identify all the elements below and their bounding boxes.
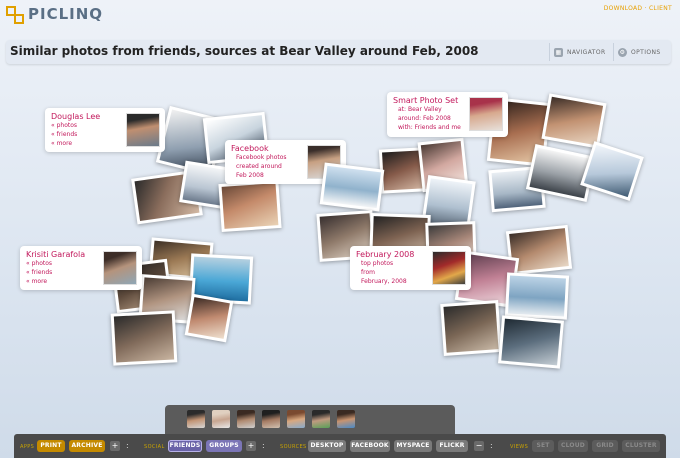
friend-card-krisiti[interactable]: Krisiti Garafola « photos « friends « mo… xyxy=(20,246,142,290)
friend-avatar[interactable] xyxy=(262,410,280,428)
friends-button[interactable]: FRIENDS xyxy=(168,440,202,452)
friend-avatar[interactable] xyxy=(287,410,305,428)
separator: : xyxy=(126,441,129,450)
friend-avatar[interactable] xyxy=(237,410,255,428)
page-title: Similar photos from friends, sources at … xyxy=(10,44,479,58)
cluster-photo[interactable] xyxy=(440,300,502,356)
avatar xyxy=(103,251,137,285)
date-card-february[interactable]: February 2008 top photos from February, … xyxy=(350,246,471,290)
logo-squares-icon xyxy=(6,6,28,26)
cluster-photo[interactable] xyxy=(218,179,282,233)
smart-photo-set-card[interactable]: Smart Photo Set at: Bear Valley around: … xyxy=(387,92,508,137)
piclinq-logo[interactable]: PICLINQ xyxy=(6,4,102,28)
apps-label: APPS xyxy=(20,444,35,450)
download-client-link[interactable]: DOWNLOAD · CLIENT xyxy=(604,5,672,12)
navigator-button[interactable]: ▦ NAVIGATOR xyxy=(554,46,606,58)
set-thumbnail xyxy=(469,97,503,131)
cluster-photo[interactable] xyxy=(184,293,234,343)
options-label: OPTIONS xyxy=(631,48,661,56)
myspace-button[interactable]: MYSPACE xyxy=(394,440,432,452)
cluster-photo[interactable] xyxy=(498,315,564,369)
logo-text: PICLINQ xyxy=(28,5,104,23)
groups-button[interactable]: GROUPS xyxy=(206,440,242,452)
cluster-photo[interactable] xyxy=(110,310,178,366)
add-app-button[interactable]: + xyxy=(110,441,120,451)
friends-strip xyxy=(165,405,455,435)
view-cloud-button[interactable]: CLOUD xyxy=(558,440,588,452)
view-cluster-button[interactable]: CLUSTER xyxy=(622,440,660,452)
social-label: SOCIAL xyxy=(144,444,165,450)
sources-label: SOURCES xyxy=(280,444,307,450)
friend-card-douglas[interactable]: Douglas Lee « photos « friends « more xyxy=(45,108,165,152)
friend-avatar[interactable] xyxy=(337,410,355,428)
views-label: VIEWS xyxy=(510,444,529,450)
friend-avatar[interactable] xyxy=(187,410,205,428)
navigator-label: NAVIGATOR xyxy=(567,48,606,56)
avatar xyxy=(126,113,160,147)
flickr-button[interactable]: FLICKR xyxy=(436,440,468,452)
add-social-button[interactable]: + xyxy=(246,441,256,451)
bottom-toolbar: APPS PRINT ARCHIVE + : SOCIAL FRIENDS GR… xyxy=(14,434,666,458)
cluster-photo[interactable] xyxy=(541,93,607,149)
cluster-photo[interactable] xyxy=(319,162,385,212)
cluster-photo[interactable] xyxy=(580,141,644,201)
archive-button[interactable]: ARCHIVE xyxy=(69,440,105,452)
date-thumbnail xyxy=(432,251,466,285)
gear-icon: ⚙ xyxy=(618,47,627,57)
view-set-button[interactable]: SET xyxy=(532,440,554,452)
friend-avatar[interactable] xyxy=(212,410,230,428)
facebook-button[interactable]: FACEBOOK xyxy=(350,440,390,452)
view-grid-button[interactable]: GRID xyxy=(592,440,618,452)
navigator-icon: ▦ xyxy=(554,47,563,57)
print-button[interactable]: PRINT xyxy=(37,440,65,452)
separator: : xyxy=(262,441,265,450)
separator: : xyxy=(490,441,493,450)
desktop-button[interactable]: DESKTOP xyxy=(308,440,346,452)
divider xyxy=(549,43,550,61)
cluster-photo[interactable] xyxy=(504,272,570,320)
divider xyxy=(613,43,614,61)
options-button[interactable]: ⚙ OPTIONS xyxy=(618,46,661,58)
remove-source-button[interactable]: − xyxy=(474,441,484,451)
friend-avatar[interactable] xyxy=(312,410,330,428)
title-bar: Similar photos from friends, sources at … xyxy=(6,40,671,64)
